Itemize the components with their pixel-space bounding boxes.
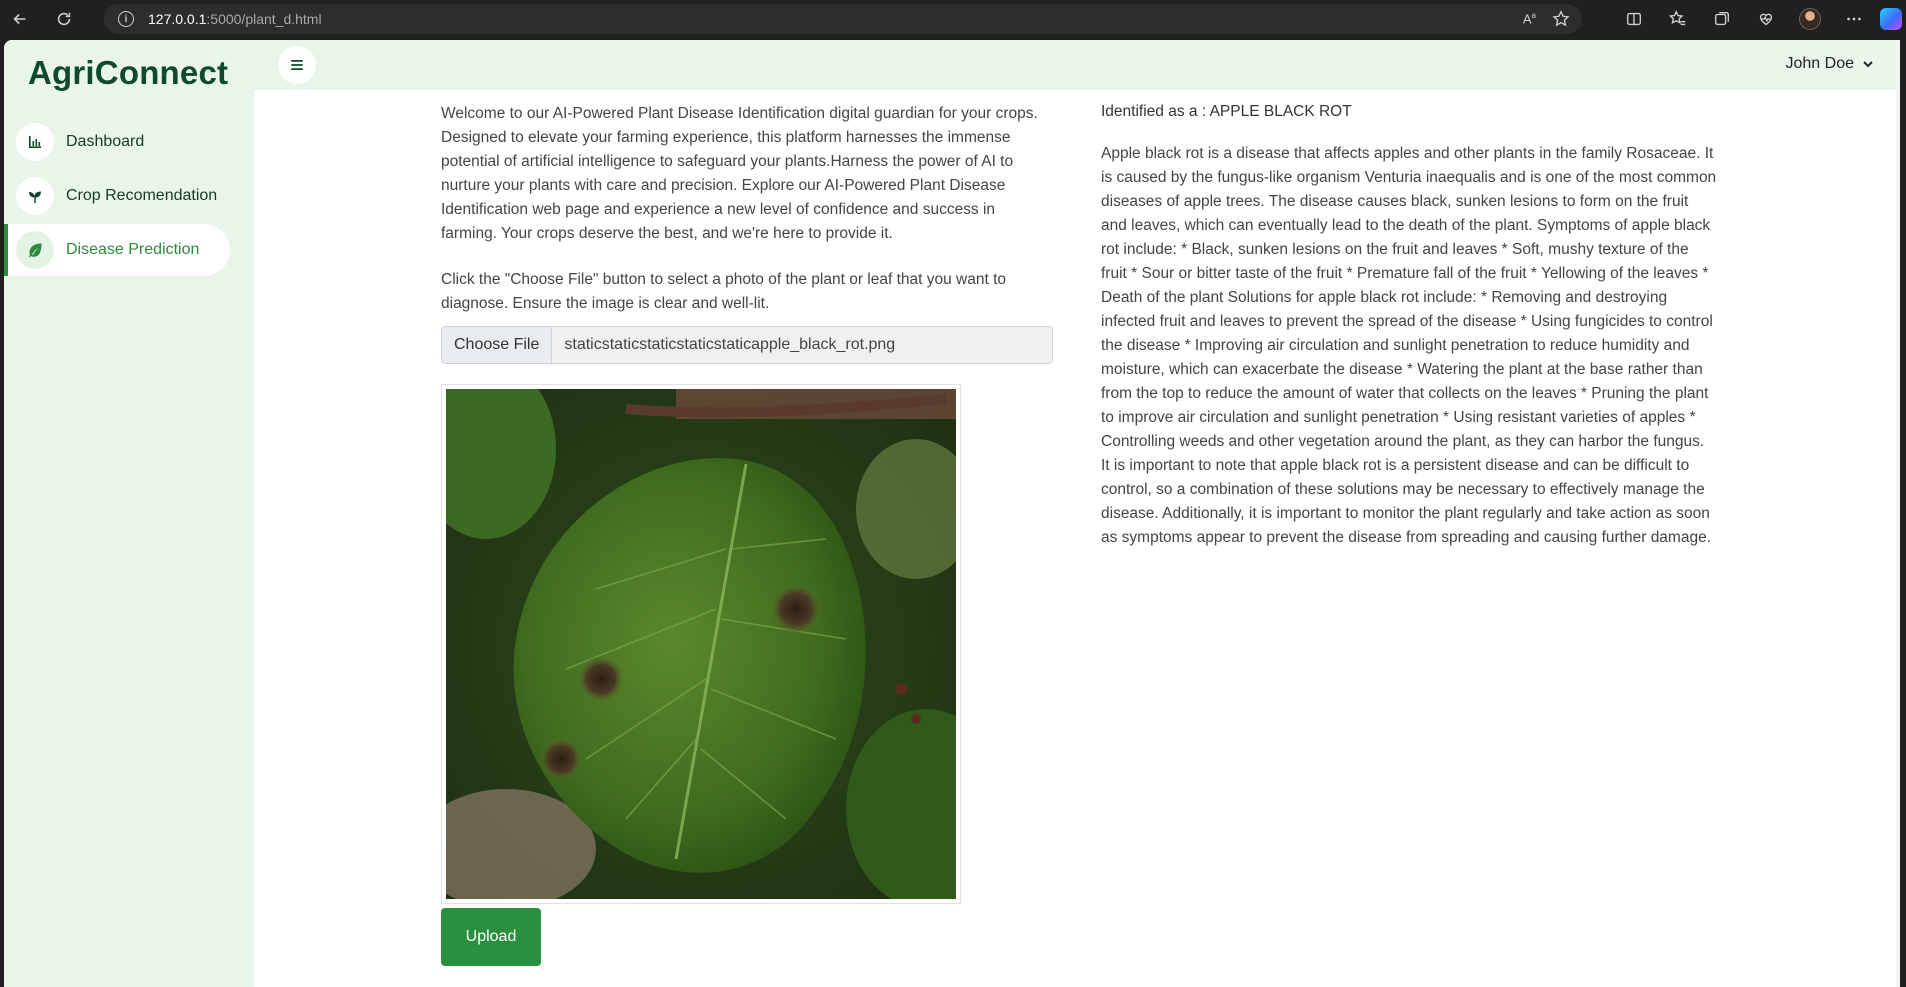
upload-button[interactable]: Upload	[441, 908, 541, 966]
copilot-icon	[1880, 8, 1902, 30]
sidebar-item-dashboard[interactable]: Dashboard	[4, 116, 230, 168]
back-icon[interactable]	[0, 0, 40, 38]
brand-logo[interactable]: AgriConnect	[28, 54, 228, 92]
url-host: 127.0.0.1	[148, 11, 207, 27]
split-screen-icon[interactable]	[1612, 0, 1656, 38]
menu-toggle-button[interactable]	[278, 46, 316, 84]
top-navbar: John Doe	[254, 40, 1900, 90]
intro-text: Welcome to our AI-Powered Plant Disease …	[441, 105, 1038, 242]
url-path: :5000/plant_d.html	[206, 11, 322, 27]
profile-avatar[interactable]	[1788, 0, 1832, 38]
file-input[interactable]: Choose File staticstaticstaticstaticstat…	[441, 326, 1053, 364]
hamburger-icon	[291, 60, 303, 70]
favorites-icon[interactable]	[1656, 0, 1700, 38]
address-bar[interactable]: i 127.0.0.1:5000/plant_d.html Aa	[104, 4, 1582, 34]
instructions-text: Click the "Choose File" button to select…	[441, 271, 1007, 312]
bar-chart-icon	[16, 123, 54, 161]
sidebar-item-disease-prediction[interactable]: Disease Prediction	[4, 224, 230, 276]
health-icon[interactable]	[1744, 0, 1788, 38]
more-options-icon[interactable]	[1832, 0, 1876, 38]
chevron-down-icon	[1863, 61, 1873, 68]
leaf-icon	[16, 231, 54, 269]
sidebar-item-label: Dashboard	[66, 133, 145, 150]
app-window: AgriConnect Dashboard Crop Recomendation…	[4, 40, 1900, 987]
identified-disease: Identified as a : APPLE BLACK ROT	[1101, 103, 1352, 120]
copilot-button[interactable]	[1876, 0, 1906, 38]
leaf-photo	[446, 389, 956, 899]
result-section: Identified as a : APPLE BLACK ROT Apple …	[1101, 102, 1717, 550]
selected-file-name: staticstaticstaticstaticstaticapple_blac…	[552, 327, 1052, 363]
sidebar-item-label: Crop Recomendation	[66, 187, 218, 204]
choose-file-button[interactable]: Choose File	[442, 327, 553, 363]
upload-section: Welcome to our AI-Powered Plant Disease …	[441, 102, 1053, 966]
sidebar-item-label: Disease Prediction	[66, 241, 200, 258]
user-name: John Doe	[1785, 55, 1855, 72]
avatar	[1799, 8, 1821, 30]
read-aloud-icon[interactable]: Aa	[1523, 11, 1536, 26]
browser-toolbar: i 127.0.0.1:5000/plant_d.html Aa	[0, 0, 1906, 38]
refresh-icon[interactable]	[44, 0, 84, 38]
sidebar: AgriConnect Dashboard Crop Recomendation…	[4, 40, 254, 987]
sidebar-item-crop-recommendation[interactable]: Crop Recomendation	[4, 170, 230, 222]
scrollbar[interactable]	[1896, 40, 1900, 987]
sprout-icon	[16, 177, 54, 215]
favorite-star-icon[interactable]	[1552, 10, 1570, 28]
collections-icon[interactable]	[1700, 0, 1744, 38]
user-menu[interactable]: John Doe	[1786, 55, 1875, 73]
site-info-icon[interactable]: i	[118, 11, 134, 27]
disease-description: Apple black rot is a disease that affect…	[1101, 145, 1717, 546]
image-preview	[441, 384, 961, 904]
